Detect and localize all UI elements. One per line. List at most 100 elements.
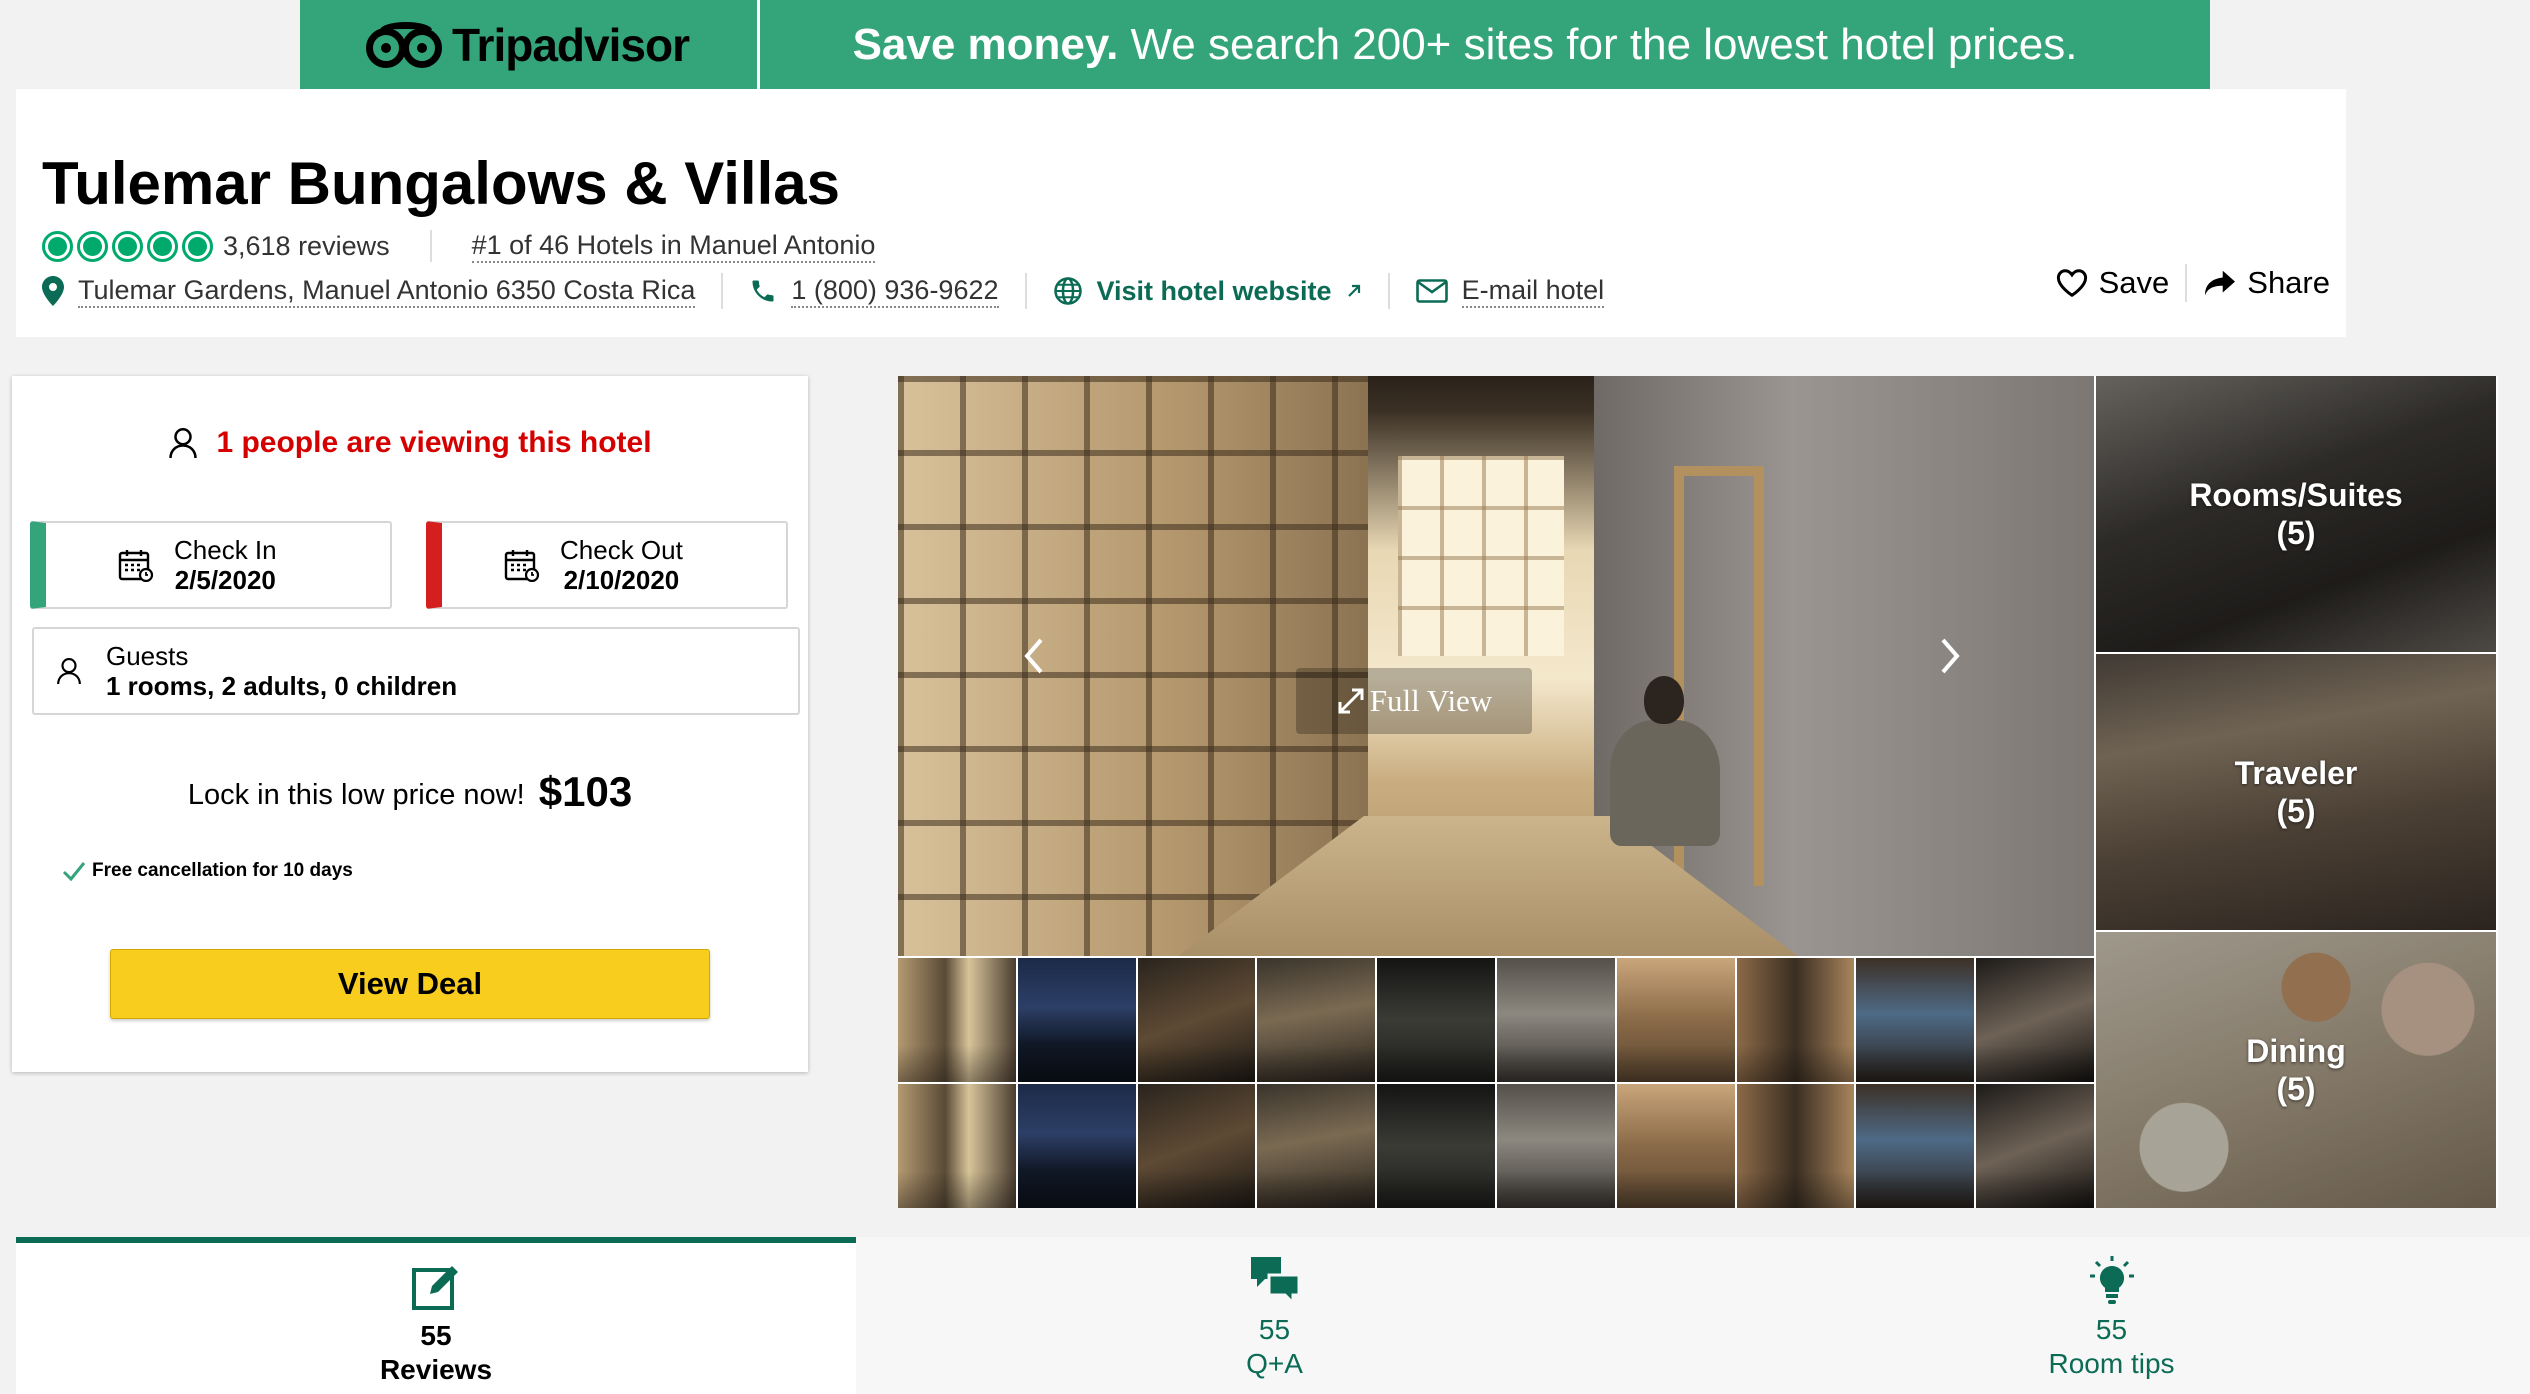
save-button[interactable]: Save [2055,265,2169,301]
banner-message: Save money. We search 200+ sites for the… [760,20,2210,70]
check-in-picker[interactable]: Check In 2/5/2020 [30,521,392,609]
main-photo[interactable]: Full View [898,376,2094,956]
photo-thumbnail[interactable] [1497,1084,1615,1208]
address-item[interactable]: Tulemar Gardens, Manuel Antonio 6350 Cos… [42,275,696,308]
external-link-icon [1347,284,1360,297]
email-hotel-link[interactable]: E-mail hotel [1461,275,1605,308]
tab-label: Room tips [2048,1348,2175,1379]
category-label: Dining [2246,1033,2346,1069]
person-icon [57,657,81,685]
category-count: (5) [2276,515,2316,551]
checkmark-icon [62,862,86,881]
photo-thumbnail[interactable] [1736,1084,1855,1208]
tab-reviews[interactable]: 55 Reviews [16,1237,856,1394]
full-view-button[interactable]: Full View [1296,668,1532,734]
free-cancellation-text: Free cancellation for 10 days [92,860,353,881]
logo-text: Tripadvisor [452,18,690,71]
photo-thumbnail[interactable] [1137,958,1256,1082]
lightbulb-icon [2089,1256,2134,1304]
calendar-icon [118,550,154,582]
category-dining[interactable]: Dining (5) [2096,932,2496,1208]
expand-icon [1338,688,1364,714]
tripadvisor-banner[interactable]: Tripadvisor Save money. We search 200+ s… [300,0,2210,89]
photo-thumbnail[interactable] [1257,1084,1376,1208]
contact-row: Tulemar Gardens, Manuel Antonio 6350 Cos… [42,269,1605,313]
viewing-notice: 1 people are viewing this hotel [12,426,808,460]
check-in-value: 2/5/2020 [174,565,276,595]
guests-label: Guests [106,641,189,671]
rating-bubble-icon [42,230,73,262]
share-arrow-icon [2205,270,2236,296]
check-out-picker[interactable]: Check Out 2/10/2020 [426,521,788,609]
chat-bubbles-icon [1250,1257,1300,1305]
globe-icon [1053,277,1082,305]
prev-photo-button[interactable] [1008,626,1058,686]
photo-thumbnail[interactable] [1017,958,1136,1082]
photo-thumbnail[interactable] [1856,1084,1975,1208]
email-item[interactable]: E-mail hotel [1415,275,1605,308]
tab-qa[interactable]: 55 Q+A [856,1237,1693,1394]
photo-thumbnail[interactable] [898,1084,1016,1208]
photo-thumbnail[interactable] [898,958,1016,1082]
chevron-right-icon [1941,638,1960,674]
header-actions: Save Share [2055,264,2330,302]
heart-icon [2056,269,2087,298]
phone-number[interactable]: 1 (800) 936-9622 [791,275,999,308]
category-count: (5) [2276,793,2316,829]
divider [2185,264,2188,302]
edit-review-icon [412,1266,458,1310]
divider [429,230,432,262]
phone-item[interactable]: 1 (800) 936-9622 [749,275,999,308]
photo-thumbnail[interactable] [1377,958,1495,1082]
photo-thumbnail[interactable] [1137,1084,1256,1208]
photo-thumbnail[interactable] [1017,1084,1136,1208]
category-label: Rooms/Suites [2189,477,2403,513]
guests-picker[interactable]: Guests 1 rooms, 2 adults, 0 children [32,627,800,715]
photo-thumbnail[interactable] [1736,958,1855,1082]
person-icon [169,428,198,459]
photo-thumbnail[interactable] [1856,958,1975,1082]
category-rooms-suites[interactable]: Rooms/Suites (5) [2096,376,2496,652]
chevron-left-icon [1024,638,1043,674]
check-out-label: Check Out [560,535,683,565]
photo-thumbnail[interactable] [1257,958,1376,1082]
rating-bubbles [42,230,213,262]
banner-message-rest: We search 200+ sites for the lowest hote… [1118,19,2078,69]
divider [721,273,724,309]
photo-gallery: Full View Rooms/Suites (5) Traveler (5) … [898,376,2498,1208]
rating-bubble-icon [182,230,213,262]
ranking-link[interactable]: #1 of 46 Hotels in Manuel Antonio [471,230,876,263]
visit-website-link[interactable]: Visit hotel website [1097,276,1332,307]
tab-count: 55 [2095,1314,2128,1345]
category-traveler[interactable]: Traveler (5) [2096,654,2496,930]
share-button[interactable]: Share [2203,265,2330,301]
free-cancellation: Free cancellation for 10 days [62,860,353,882]
phone-icon [752,280,774,302]
hotel-name: Tulemar Bungalows & Villas [42,150,840,217]
view-deal-button[interactable]: View Deal [110,949,710,1019]
rating-bubble-icon [77,230,108,262]
photo-thumbnail[interactable] [1976,958,2094,1082]
photo-thumbnail[interactable] [1497,958,1615,1082]
tab-room-tips[interactable]: 55 Room tips [1693,1237,2530,1394]
price-line: Lock in this low price now! $103 [12,768,808,816]
guests-value: 1 rooms, 2 adults, 0 children [106,671,458,701]
photo-thumbnail[interactable] [1616,958,1735,1082]
category-label: Traveler [2234,755,2358,791]
thumbnail-strip [898,958,2094,1208]
envelope-icon [1415,279,1448,303]
photo-thumbnail[interactable] [1976,1084,2094,1208]
check-out-value: 2/10/2020 [563,565,680,595]
next-photo-button[interactable] [1926,626,1976,686]
viewing-text: 1 people are viewing this hotel [216,426,652,459]
rating-bubble-icon [147,230,178,262]
reviews-count-link[interactable]: 3,618 reviews [223,231,390,262]
photo-thumbnail[interactable] [1616,1084,1735,1208]
tab-count: 55 [420,1320,452,1351]
address-text[interactable]: Tulemar Gardens, Manuel Antonio 6350 Cos… [78,275,696,308]
rating-bubble-icon [112,230,143,262]
photo-thumbnail[interactable] [1377,1084,1495,1208]
website-item[interactable]: Visit hotel website [1053,276,1362,307]
full-view-label: Full View [1369,683,1493,718]
tripadvisor-logo[interactable]: Tripadvisor [300,0,760,89]
